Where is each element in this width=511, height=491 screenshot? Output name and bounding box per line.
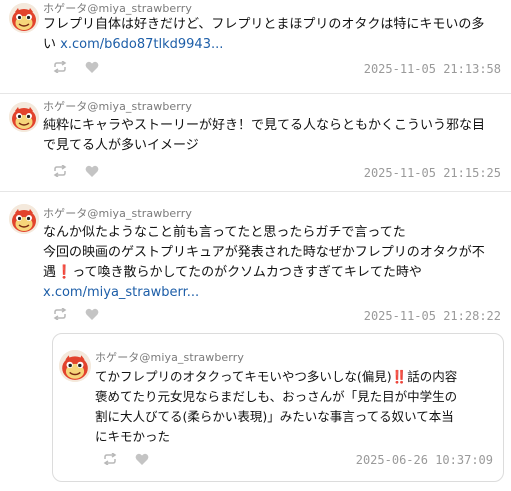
post-timestamp: 2025-11-05 21:13:58: [363, 62, 501, 76]
post-text: 純粋にキャラやストーリーが好き！で見てる人ならともかくこういう邪な目 で見てる人…: [43, 116, 485, 156]
quoted-text-line: てかフレプリのオタクってキモいやつ多いしな(偏見): [95, 369, 392, 384]
post-text: フレプリ自体は好きだけど、フレプリとまほプリのオタクは特にキモいの多 い x.c…: [43, 15, 484, 55]
quoted-text-line: にキモかった: [95, 429, 171, 444]
heart-icon[interactable]: [85, 61, 99, 73]
post-1: ホゲータ@miya_strawberry フレプリ自体は好きだけど、フレプリとま…: [0, 0, 511, 93]
repost-icon[interactable]: [53, 164, 67, 178]
quoted-handle[interactable]: ホゲータ@miya_strawberry: [95, 349, 244, 365]
exclamation-emoji: ❗: [56, 265, 73, 280]
avatar[interactable]: [9, 204, 39, 234]
avatar[interactable]: [9, 3, 39, 33]
heart-icon[interactable]: [85, 165, 99, 177]
post-actions: [53, 164, 99, 178]
post-timestamp: 2025-11-05 21:15:25: [363, 166, 501, 180]
post-text-line: って喚き散らかしてたのがクソムカつきすぎてキレてた時や: [72, 265, 422, 280]
quoted-actions: [103, 452, 149, 466]
quoted-post[interactable]: ホゲータ@miya_strawberry てかフレプリのオタクってキモいやつ多い…: [52, 333, 504, 482]
quoted-text-line: 話の内容: [407, 369, 458, 384]
repost-icon[interactable]: [53, 60, 67, 74]
avatar[interactable]: [59, 350, 91, 382]
repost-icon[interactable]: [53, 307, 67, 321]
heart-icon[interactable]: [135, 453, 149, 465]
post-text-line: 遇: [43, 265, 57, 280]
post-text-line: フレプリ自体は好きだけど、フレプリとまほプリのオタクは特にキモいの多: [43, 17, 485, 32]
post-2: ホゲータ@miya_strawberry 純粋にキャラやストーリーが好き！で見て…: [0, 94, 511, 190]
heart-icon[interactable]: [85, 308, 99, 320]
quoted-text: てかフレプリのオタクってキモいやつ多いしな(偏見)‼️話の内容 褒めてたり元女児…: [95, 367, 457, 447]
post-text: なんか似たようなこと前も言ってたと思ったらガチで言ってた 今回の映画のゲストプリ…: [43, 223, 485, 303]
quoted-text-line: 褒めてたり元女児ならまだしも、おっさんが「見た目が中学生の: [95, 389, 458, 404]
post-actions: [53, 307, 99, 321]
repost-icon[interactable]: [103, 452, 117, 466]
post-timestamp: 2025-11-05 21:28:22: [363, 309, 501, 323]
post-link[interactable]: x.com/b6do87tlkd9943...: [60, 37, 223, 52]
post-text-line: 今回の映画のゲストプリキュアが発表された時なぜかフレプリのオタクが不: [43, 245, 485, 260]
post-text-line: い: [43, 37, 57, 52]
post-text-line: なんか似たようなこと前も言ってたと思ったらガチで言ってた: [43, 225, 406, 240]
post-actions: [53, 60, 99, 74]
quoted-text-line: 割に大人びてる(柔らかい表現)」みたいな事言ってる奴いて本当: [95, 409, 454, 424]
post-text-line: 純粋にキャラやストーリーが好き！で見てる人ならともかくこういう邪な目: [43, 118, 486, 133]
post-text-line: で見てる人が多いイメージ: [43, 138, 199, 153]
post-handle[interactable]: ホゲータ@miya_strawberry: [43, 0, 192, 16]
post-link[interactable]: x.com/miya_strawberr...: [43, 285, 199, 300]
quoted-timestamp: 2025-06-26 10:37:09: [355, 453, 493, 467]
post-handle[interactable]: ホゲータ@miya_strawberry: [43, 205, 192, 221]
double-exclamation-emoji: ‼️: [391, 369, 408, 384]
post-handle[interactable]: ホゲータ@miya_strawberry: [43, 98, 192, 114]
avatar[interactable]: [9, 102, 39, 132]
